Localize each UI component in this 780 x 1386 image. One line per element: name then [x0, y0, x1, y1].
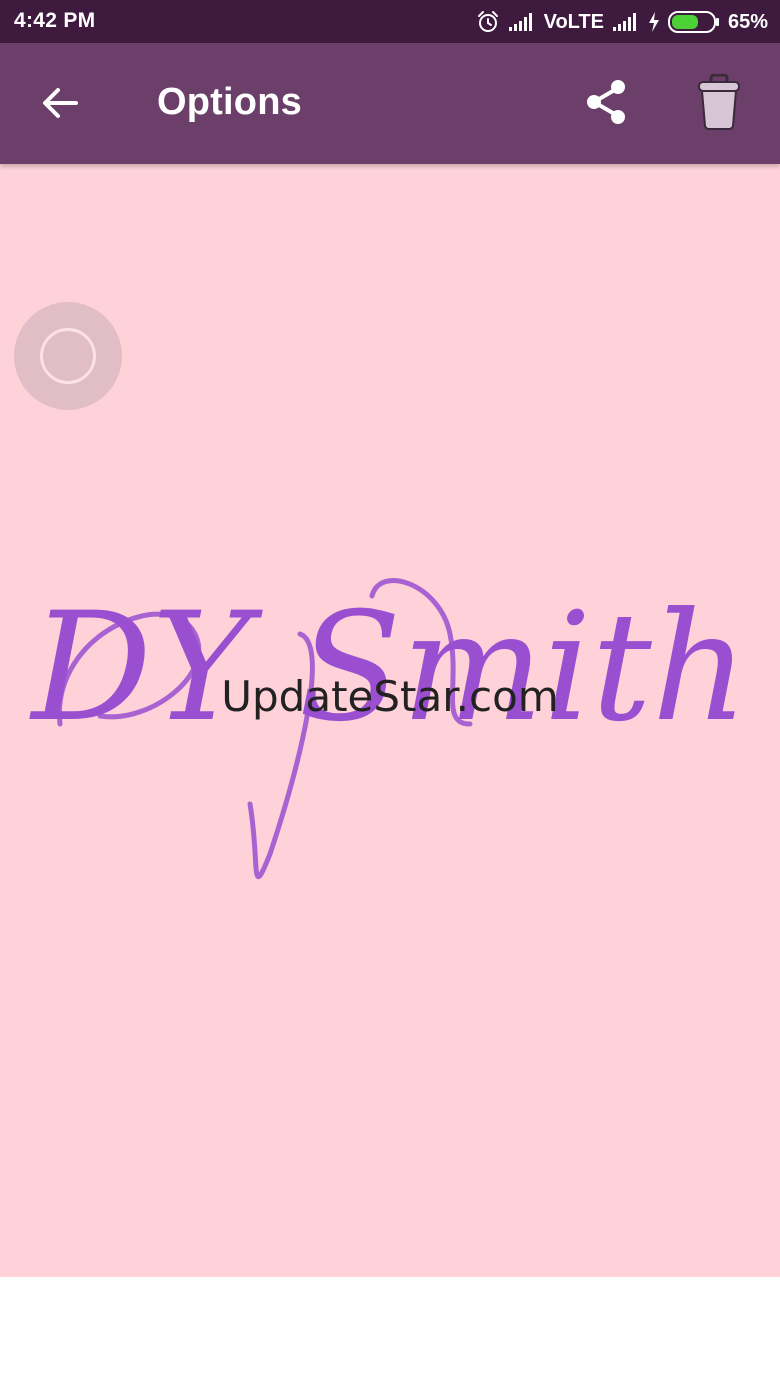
page-title: Options	[157, 81, 302, 123]
signal-icon	[508, 12, 536, 32]
network-label: VoLTE	[543, 10, 604, 33]
status-indicators: VoLTE 65%	[476, 7, 768, 37]
delete-button[interactable]	[686, 69, 752, 139]
back-button[interactable]	[28, 73, 92, 137]
status-bar: 4:42 PM VoLTE 65%	[0, 0, 780, 43]
battery-icon	[667, 11, 720, 33]
bottom-area	[0, 1277, 780, 1386]
screen: 4:42 PM VoLTE 65% Options DY Smith Updat…	[0, 0, 780, 1386]
app-bar: Options	[0, 43, 780, 164]
arrow-back-icon	[40, 83, 80, 128]
share-icon	[584, 78, 630, 131]
charging-icon	[648, 11, 660, 33]
signal-icon	[612, 12, 640, 32]
watermark: UpdateStar.com	[221, 672, 559, 721]
signature-text: DY Smith	[29, 581, 749, 755]
alarm-icon	[476, 10, 500, 34]
share-button[interactable]	[574, 71, 640, 137]
battery-percent: 65%	[727, 10, 768, 33]
trash-icon	[697, 73, 741, 135]
status-time: 4:42 PM	[14, 9, 96, 32]
signature-canvas[interactable]: DY Smith UpdateStar.com	[0, 164, 780, 1277]
